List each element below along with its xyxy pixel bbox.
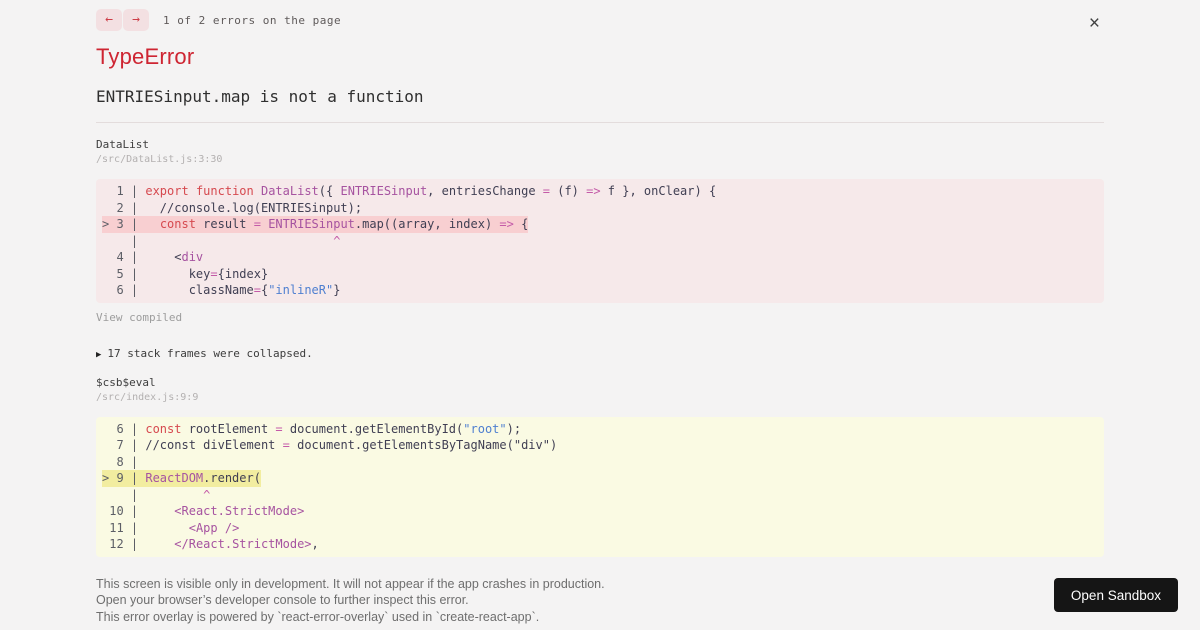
code-line: | ^: [102, 233, 341, 248]
line-number-gutter: 5 |: [102, 266, 146, 281]
code-line-highlighted: > 3 | const result = ENTRIESinput.map((a…: [102, 216, 529, 233]
footer-note: This screen is visible only in developme…: [96, 576, 1104, 626]
line-number-gutter: 12 |: [102, 537, 146, 551]
code-line: 4 | <div: [102, 250, 204, 264]
code-line: 10 | <React.StrictMode>: [102, 504, 305, 518]
code-line: 11 | <App />: [102, 520, 240, 535]
close-icon[interactable]: ×: [1089, 14, 1100, 33]
collapsed-stack-frames-toggle[interactable]: ▶ 17 stack frames were collapsed.: [96, 347, 313, 360]
line-number-gutter: |: [102, 487, 146, 502]
code-line: | ^: [102, 487, 211, 502]
code-line: 1 | export function DataList({ ENTRIESin…: [102, 184, 717, 198]
code-line: 12 | </React.StrictMode>,: [102, 537, 319, 551]
collapsed-stack-frames-label: 17 stack frames were collapsed.: [107, 346, 313, 360]
line-number-gutter: 8 |: [102, 454, 146, 469]
open-sandbox-button[interactable]: Open Sandbox: [1053, 578, 1178, 612]
code-line: 7 | //const divElement = document.getEle…: [102, 438, 558, 452]
line-number-gutter: 4 |: [102, 250, 146, 264]
error-count-label: 1 of 2 errors on the page: [163, 13, 342, 27]
divider: [96, 122, 1104, 123]
code-line: 2 | //console.log(ENTRIESinput);: [102, 200, 363, 215]
code-frame-datalist: 1 | export function DataList({ ENTRIESin…: [96, 179, 1104, 303]
line-number-gutter: 11 |: [102, 520, 146, 535]
frame-file-path: /src/index.js:9:9: [96, 391, 199, 403]
line-number-gutter: 2 |: [102, 200, 146, 215]
code-frame-index: 6 | const rootElement = document.getElem…: [96, 416, 1104, 557]
error-message: ENTRIESinput.map is not a function: [96, 87, 424, 106]
footer-line-development: This screen is visible only in developme…: [96, 576, 605, 591]
line-number-gutter: |: [102, 233, 146, 248]
line-number-gutter: > 9 |: [102, 471, 146, 485]
line-number-gutter: 1 |: [102, 184, 146, 198]
triangle-right-icon: ▶: [96, 349, 102, 360]
line-number-gutter: > 3 |: [102, 217, 146, 231]
line-number-gutter: 6 |: [102, 283, 146, 297]
frame-file-path: /src/DataList.js:3:30: [96, 154, 223, 165]
error-title: TypeError: [96, 44, 195, 69]
footer-line-overlay: This error overlay is powered by `react-…: [96, 610, 540, 625]
frame-function-name: $csb$eval: [96, 375, 156, 389]
code-line: 5 | key={index}: [102, 266, 269, 281]
code-line: 6 | className={"inlineR"}: [102, 283, 341, 297]
line-number-gutter: 6 |: [102, 421, 146, 436]
error-overlay: ← → 1 of 2 errors on the page × TypeErro…: [96, 0, 1104, 626]
code-line-highlighted: > 9 | ReactDOM.render(: [102, 470, 261, 487]
code-line: 6 | const rootElement = document.getElem…: [102, 421, 522, 436]
previous-error-button[interactable]: ←: [96, 9, 122, 31]
line-number-gutter: 7 |: [102, 438, 146, 452]
frame-function-name: DataList: [96, 138, 149, 151]
code-line: 8 |: [102, 454, 1104, 471]
view-compiled-link[interactable]: View compiled: [96, 311, 182, 324]
footer-line-console: Open your browser’s developer console to…: [96, 593, 469, 608]
line-number-gutter: 10 |: [102, 504, 146, 518]
error-nav: ← → 1 of 2 errors on the page: [96, 9, 1104, 31]
next-error-button[interactable]: →: [123, 9, 149, 31]
